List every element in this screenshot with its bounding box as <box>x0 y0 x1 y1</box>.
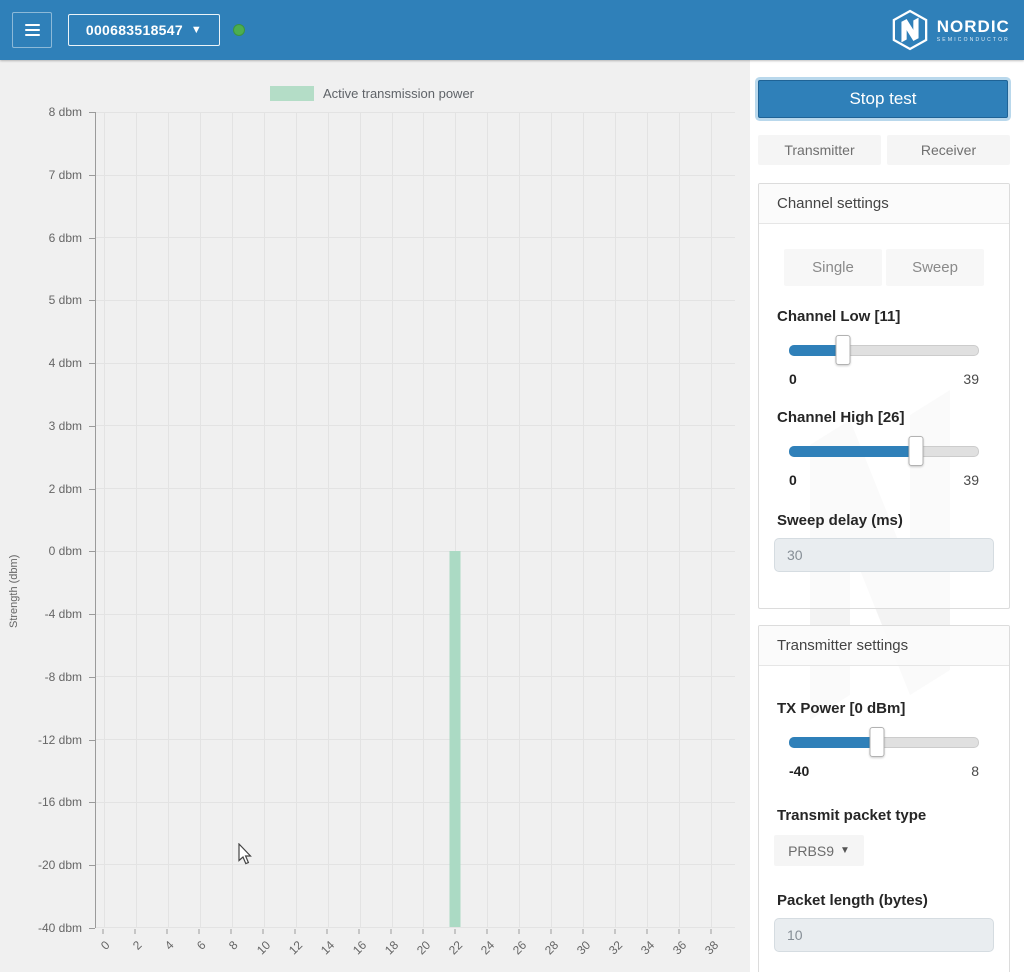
channel-settings-card: Channel settings Single Sweep Channel Lo… <box>758 183 1010 609</box>
tx-power-slider <box>789 727 979 757</box>
packet-length-label: Packet length (bytes) <box>777 892 991 909</box>
y-tick-label: 0 dbm <box>49 544 82 558</box>
nordic-emblem-icon <box>891 9 929 51</box>
y-tick-label: 6 dbm <box>49 231 82 245</box>
x-tick-label: 12 <box>286 938 305 957</box>
tx-power-slider-fill <box>789 737 877 748</box>
channel-settings-title: Channel settings <box>759 184 1009 224</box>
y-tick-label: -12 dbm <box>38 733 82 747</box>
chevron-down-icon: ▼ <box>191 24 202 36</box>
x-tick-label: 32 <box>606 938 625 957</box>
packet-type-dropdown[interactable]: PRBS9 ▼ <box>774 835 864 866</box>
x-tick-label: 30 <box>574 938 593 957</box>
x-tick-label: 38 <box>702 938 721 957</box>
device-connected-dot-icon <box>233 24 245 36</box>
legend-swatch <box>270 86 314 101</box>
x-tick-label: 18 <box>382 938 401 957</box>
x-tick-label: 14 <box>318 938 337 957</box>
y-tick-label: -8 dbm <box>45 670 82 684</box>
chevron-down-icon: ▼ <box>840 845 850 856</box>
app-header: 000683518547 ▼ NORDIC SEMICONDUCTOR <box>0 0 1024 60</box>
x-tick-label: 8 <box>226 938 241 953</box>
x-axis: 02468101214161820222426283032343638 <box>95 929 735 972</box>
channel-low-range: 0 39 <box>789 371 979 387</box>
device-selector[interactable]: 000683518547 ▼ <box>68 14 220 46</box>
sweep-delay-input[interactable] <box>774 538 994 572</box>
transmission-power-bar <box>450 551 461 927</box>
y-tick-label: 8 dbm <box>49 105 82 119</box>
y-axis: 8 dbm7 dbm6 dbm5 dbm4 dbm3 dbm2 dbm0 dbm… <box>0 112 95 928</box>
x-tick-label: 24 <box>478 938 497 957</box>
brand-subtitle: SEMICONDUCTOR <box>937 38 1010 43</box>
tx-power-slider-handle[interactable] <box>869 727 884 757</box>
brand-name: NORDIC <box>937 18 1010 35</box>
plot-area <box>95 112 735 928</box>
chart-panel: Active transmission power Strength (dbm)… <box>0 60 750 972</box>
transmitter-settings-card: Transmitter settings TX Power [0 dBm] -4… <box>758 625 1010 972</box>
x-tick-label: 34 <box>638 938 657 957</box>
x-tick-label: 2 <box>130 938 145 953</box>
y-tick-label: 5 dbm <box>49 293 82 307</box>
x-tick-label: 20 <box>414 938 433 957</box>
mouse-cursor <box>238 843 252 865</box>
x-tick-label: 36 <box>670 938 689 957</box>
channel-low-label: Channel Low [11] <box>777 308 991 325</box>
y-tick-label: 7 dbm <box>49 168 82 182</box>
control-sidebar: Stop test Transmitter Receiver Channel s… <box>750 60 1024 972</box>
channel-high-range: 0 39 <box>789 472 979 488</box>
hamburger-menu-button[interactable] <box>12 12 52 48</box>
nordic-logo: NORDIC SEMICONDUCTOR <box>891 9 1010 51</box>
sweep-delay-label: Sweep delay (ms) <box>777 512 991 529</box>
y-tick-label: -40 dbm <box>38 921 82 935</box>
y-tick-label: 4 dbm <box>49 356 82 370</box>
channel-high-label: Channel High [26] <box>777 409 991 426</box>
tx-power-label: TX Power [0 dBm] <box>777 700 991 717</box>
legend-item-active-transmission-power[interactable]: Active transmission power <box>270 86 474 101</box>
channel-high-slider-handle[interactable] <box>908 436 923 466</box>
channel-high-slider-fill <box>789 446 916 457</box>
channel-mode-tabs: Single Sweep <box>784 249 984 286</box>
y-tick-label: -20 dbm <box>38 858 82 872</box>
mode-tab-bar: Transmitter Receiver <box>758 135 1010 165</box>
channel-low-slider <box>789 335 979 365</box>
channel-low-slider-handle[interactable] <box>835 335 850 365</box>
x-tick-label: 4 <box>162 938 177 953</box>
x-tick-label: 6 <box>194 938 209 953</box>
y-tick-label: -16 dbm <box>38 795 82 809</box>
x-tick-label: 22 <box>446 938 465 957</box>
stop-test-button[interactable]: Stop test <box>758 80 1008 118</box>
y-tick-label: 3 dbm <box>49 419 82 433</box>
x-tick-label: 26 <box>510 938 529 957</box>
x-tick-label: 0 <box>98 938 113 953</box>
channel-high-slider <box>789 436 979 466</box>
x-tick-label: 28 <box>542 938 561 957</box>
sweep-mode-button[interactable]: Sweep <box>886 249 984 286</box>
y-tick-label: 2 dbm <box>49 482 82 496</box>
single-mode-button[interactable]: Single <box>784 249 882 286</box>
legend-label: Active transmission power <box>323 86 474 101</box>
x-tick-label: 10 <box>254 938 273 957</box>
tab-receiver[interactable]: Receiver <box>887 135 1010 165</box>
x-tick-label: 16 <box>350 938 369 957</box>
packet-type-label: Transmit packet type <box>777 807 991 824</box>
y-tick-label: -4 dbm <box>45 607 82 621</box>
tx-power-range: -40 8 <box>789 763 979 779</box>
device-id: 000683518547 <box>86 22 183 38</box>
transmitter-settings-title: Transmitter settings <box>759 626 1009 666</box>
packet-length-input[interactable] <box>774 918 994 952</box>
tab-transmitter[interactable]: Transmitter <box>758 135 881 165</box>
menu-icon <box>25 24 40 26</box>
